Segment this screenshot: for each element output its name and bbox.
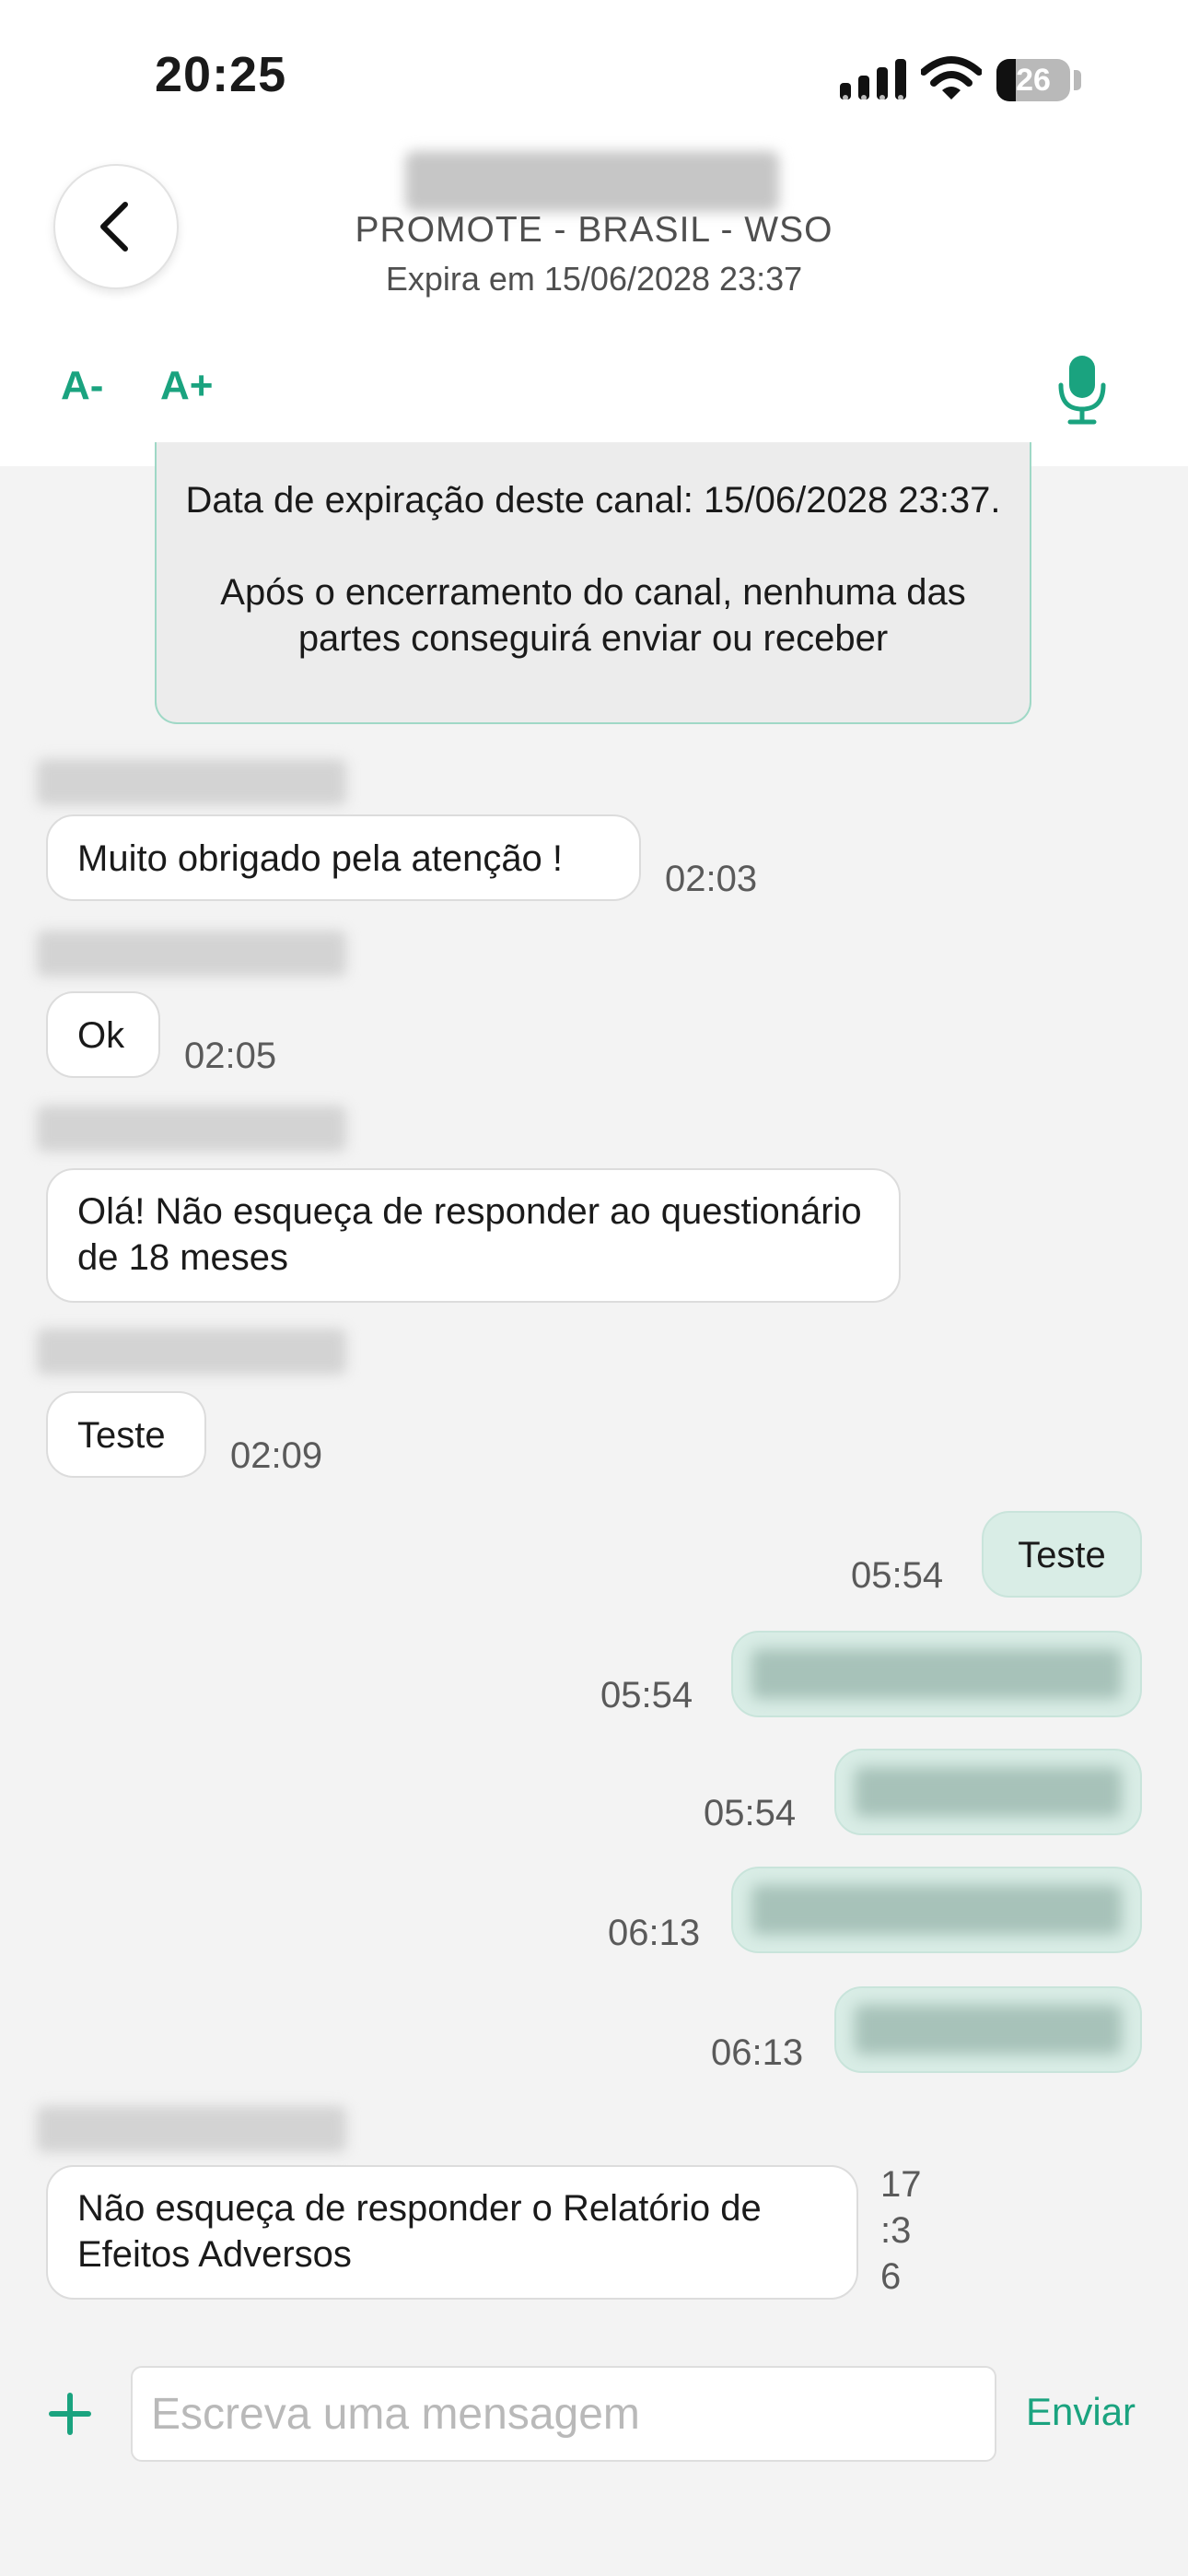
sender-name-redacted <box>37 2106 346 2152</box>
battery-icon: 26 <box>996 59 1070 101</box>
signal-icon <box>840 59 906 100</box>
message-time-line: 6 <box>880 2256 902 2297</box>
expiration-date-text: Data de expiração deste canal: 15/06/202… <box>185 480 1001 521</box>
microphone-icon[interactable] <box>1057 354 1107 426</box>
battery-tip <box>1074 70 1081 90</box>
contact-name-redacted <box>405 151 779 212</box>
message-time: 17 :3 6 <box>880 2161 922 2300</box>
message-time: 02:05 <box>184 1036 277 1076</box>
outgoing-message-text: Teste <box>1018 1535 1106 1575</box>
channel-expiration-notice: Data de expiração deste canal: 15/06/202… <box>155 442 1031 724</box>
wifi-icon <box>921 56 982 100</box>
sender-name-redacted <box>37 931 346 977</box>
incoming-message[interactable]: Não esqueça de responder o Relatório de … <box>46 2165 858 2300</box>
channel-name: PROMOTE - BRASIL - WSO <box>355 210 833 250</box>
message-time: 05:54 <box>600 1675 693 1715</box>
sender-name-redacted <box>37 1106 346 1152</box>
outgoing-message-redacted[interactable] <box>731 1867 1142 1953</box>
chat-header: PROMOTE - BRASIL - WSO Expira em 15/06/2… <box>0 147 1188 466</box>
font-increase-button[interactable]: A+ <box>160 363 213 409</box>
message-time-line: 17 <box>880 2164 922 2205</box>
message-time: 05:54 <box>851 1555 944 1596</box>
status-time: 20:25 <box>155 47 287 102</box>
redacted-text <box>751 1649 1122 1699</box>
sender-name-redacted <box>37 1329 346 1375</box>
channel-expiry: Expira em 15/06/2028 23:37 <box>385 260 803 298</box>
incoming-message[interactable]: Ok <box>46 991 160 1078</box>
sender-name-redacted <box>37 759 346 805</box>
redacted-text <box>855 1767 1122 1817</box>
incoming-message[interactable]: Olá! Não esqueça de responder ao questio… <box>46 1168 901 1303</box>
font-decrease-button[interactable]: A- <box>61 363 103 409</box>
incoming-message[interactable]: Teste <box>46 1391 206 1478</box>
plus-icon[interactable] <box>48 2392 92 2436</box>
outgoing-message[interactable]: Teste <box>982 1511 1142 1598</box>
message-time: 05:54 <box>704 1793 797 1833</box>
message-time-line: :3 <box>880 2210 912 2251</box>
send-button[interactable]: Enviar <box>1026 2390 1136 2434</box>
outgoing-message-redacted[interactable] <box>834 1749 1142 1835</box>
message-time: 02:09 <box>230 1435 323 1476</box>
channel-closure-text: Após o encerramento do canal, nenhuma da… <box>220 572 966 659</box>
message-time: 06:13 <box>711 2032 804 2073</box>
message-time: 02:03 <box>665 859 758 899</box>
battery-level: 26 <box>1016 63 1051 98</box>
message-input[interactable] <box>131 2366 996 2462</box>
redacted-text <box>751 1885 1122 1935</box>
message-time: 06:13 <box>608 1913 701 1953</box>
incoming-message[interactable]: Muito obrigado pela atenção ! <box>46 814 641 901</box>
outgoing-message-redacted[interactable] <box>731 1631 1142 1717</box>
outgoing-message-redacted[interactable] <box>834 1986 1142 2073</box>
status-bar: 20:25 26 <box>0 0 1188 147</box>
redacted-text <box>855 2005 1122 2055</box>
